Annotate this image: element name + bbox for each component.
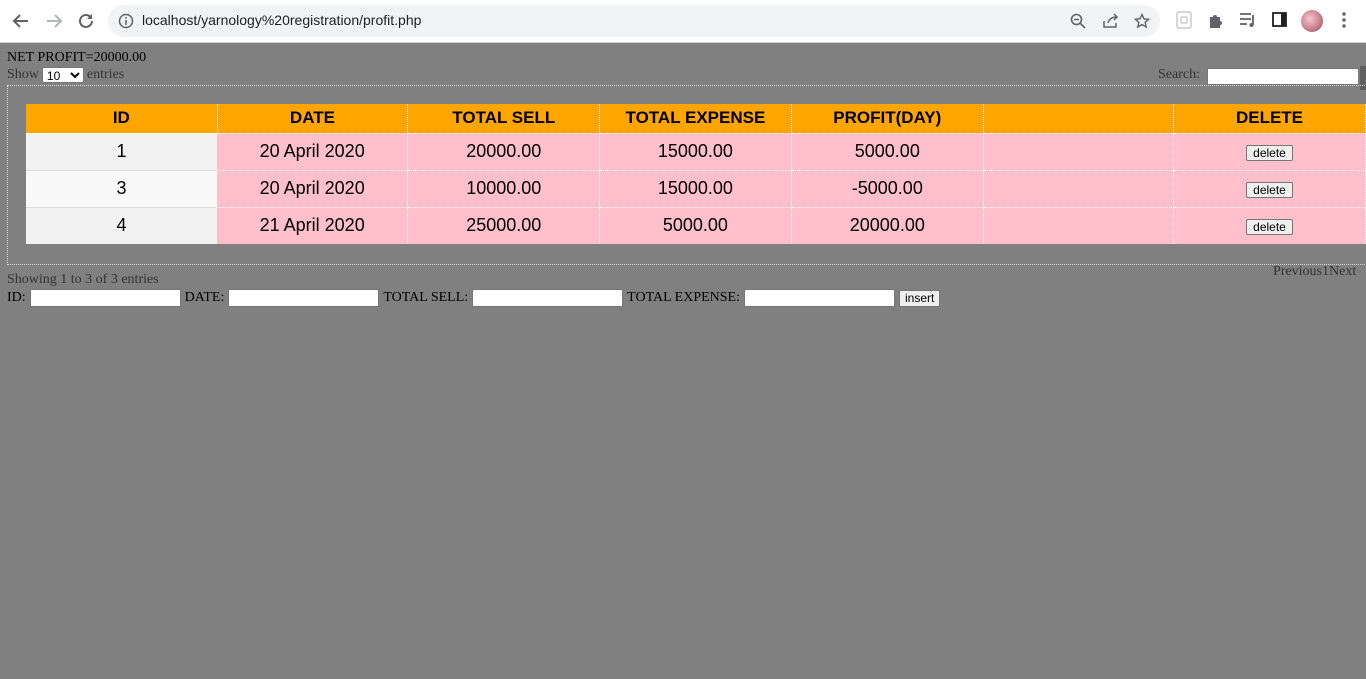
cell-profit: 20000.00 <box>791 207 985 244</box>
previous-link[interactable]: Previous <box>1273 264 1322 279</box>
col-header-profit-day[interactable]: PROFIT(DAY) <box>791 104 985 134</box>
cell-blank <box>983 207 1174 244</box>
col-header-delete[interactable]: DELETE <box>1173 104 1366 134</box>
col-header-blank[interactable] <box>983 104 1174 134</box>
share-icon[interactable] <box>1102 13 1120 34</box>
id-label: ID: <box>7 290 26 305</box>
col-header-id[interactable]: ID <box>26 104 218 134</box>
address-bar[interactable]: localhost/yarnology%20registration/profi… <box>108 5 1160 37</box>
delete-button[interactable]: delete <box>1246 219 1293 236</box>
entries-label: entries <box>86 67 125 82</box>
profile-avatar[interactable] <box>1301 10 1323 32</box>
table-row: 1 20 April 2020 20000.00 15000.00 5000.0… <box>26 133 1366 171</box>
cell-blank <box>983 133 1174 171</box>
table-header-row: ID DATE TOTAL SELL TOTAL EXPENSE PROFIT(… <box>26 104 1366 134</box>
cell-date: 21 April 2020 <box>217 207 409 244</box>
search-label: Search: <box>1158 67 1200 82</box>
pagination: Previous1Next <box>1273 264 1356 280</box>
page-1-link[interactable]: 1 <box>1322 264 1329 279</box>
url-text: localhost/yarnology%20registration/profi… <box>142 12 422 28</box>
show-label: Show <box>7 67 39 82</box>
side-panel-icon[interactable] <box>1272 11 1288 34</box>
cell-total-sell: 20000.00 <box>407 133 601 171</box>
table-row: 4 21 April 2020 25000.00 5000.00 20000.0… <box>26 207 1366 244</box>
cell-total-expense: 15000.00 <box>599 133 792 171</box>
cell-delete: delete <box>1173 207 1366 244</box>
date-label: DATE: <box>184 290 225 305</box>
total-expense-field[interactable] <box>744 289 895 307</box>
entries-select[interactable]: 10 <box>41 67 84 83</box>
cell-id: 1 <box>26 133 218 171</box>
media-playlist-icon[interactable] <box>1239 11 1257 34</box>
total-sell-field[interactable] <box>472 289 624 307</box>
id-field[interactable] <box>29 289 181 307</box>
cell-delete: delete <box>1173 170 1366 208</box>
reload-icon[interactable] <box>74 9 98 33</box>
cell-profit: 5000.00 <box>791 133 985 171</box>
entries-length-control: Show 10 entries <box>7 67 124 83</box>
cell-id: 3 <box>26 170 218 208</box>
insert-form: ID: DATE: TOTAL SELL: TOTAL EXPENSE: ins… <box>7 289 941 307</box>
cell-total-expense: 15000.00 <box>599 170 792 208</box>
forward-icon[interactable] <box>42 9 66 33</box>
total-sell-label: TOTAL SELL: <box>383 290 469 305</box>
date-field[interactable] <box>228 289 380 307</box>
net-profit-text: NET PROFIT=20000.00 <box>7 50 147 65</box>
extension-icon[interactable] <box>1176 11 1192 34</box>
cell-total-sell: 10000.00 <box>407 170 601 208</box>
col-header-date[interactable]: DATE <box>217 104 409 134</box>
cell-id: 4 <box>26 207 218 244</box>
site-info-icon[interactable] <box>118 13 134 34</box>
zoom-icon[interactable] <box>1070 13 1086 34</box>
col-header-total-sell[interactable]: TOTAL SELL <box>407 104 601 134</box>
table-info: Showing 1 to 3 of 3 entries <box>7 272 159 287</box>
total-expense-label: TOTAL EXPENSE: <box>627 290 740 305</box>
insert-button[interactable]: insert <box>899 289 941 307</box>
cell-total-sell: 25000.00 <box>407 207 601 244</box>
delete-button[interactable]: delete <box>1246 145 1293 161</box>
col-header-total-expense[interactable]: TOTAL EXPENSE <box>599 104 792 134</box>
table-row: 3 20 April 2020 10000.00 15000.00 -5000.… <box>26 170 1366 208</box>
delete-button[interactable]: delete <box>1246 182 1293 198</box>
back-icon[interactable] <box>9 9 33 33</box>
search-input[interactable] <box>1207 68 1359 85</box>
profit-table: ID DATE TOTAL SELL TOTAL EXPENSE PROFIT(… <box>26 104 1366 244</box>
cell-profit: -5000.00 <box>791 170 985 208</box>
cell-date: 20 April 2020 <box>217 133 409 171</box>
bookmark-star-icon[interactable] <box>1133 12 1151 34</box>
menu-kebab-icon[interactable] <box>1340 11 1348 34</box>
cell-total-expense: 5000.00 <box>599 207 792 244</box>
cell-date: 20 April 2020 <box>217 170 409 208</box>
next-link[interactable]: Next <box>1329 264 1356 279</box>
puzzle-extensions-icon[interactable] <box>1208 11 1224 34</box>
browser-toolbar: localhost/yarnology%20registration/profi… <box>0 0 1366 43</box>
cell-delete: delete <box>1173 133 1366 171</box>
cell-blank <box>983 170 1174 208</box>
